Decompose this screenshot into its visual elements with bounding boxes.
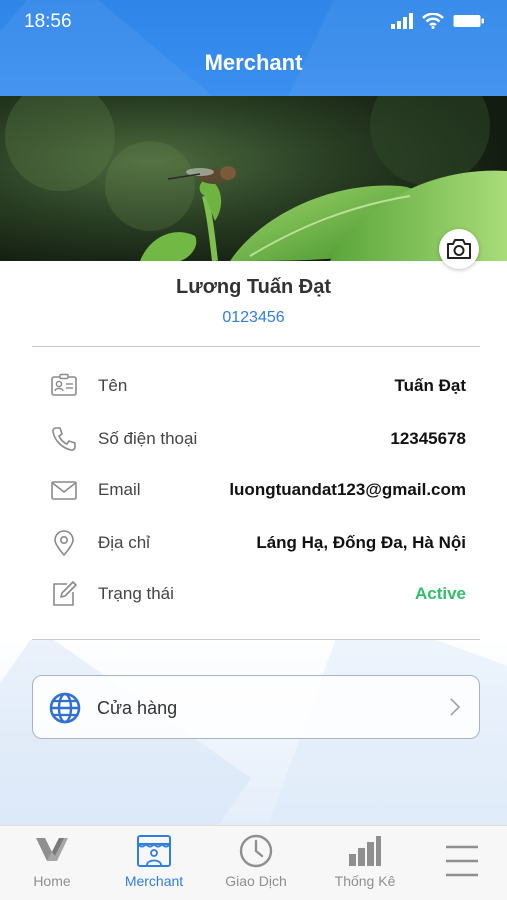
id-card-icon <box>51 373 77 396</box>
clock-icon <box>239 834 273 868</box>
envelope-icon <box>51 481 77 500</box>
divider <box>32 346 480 347</box>
info-value: Láng Hạ, Đống Đa, Hà Nội <box>256 533 466 552</box>
store-label: Cửa hàng <box>97 698 178 718</box>
info-label: Trạng thái <box>98 584 174 603</box>
tab-label: Giao Dịch <box>225 873 287 889</box>
divider <box>32 639 480 640</box>
cover-photo <box>0 96 507 261</box>
tab-label: Thống Kê <box>334 873 396 889</box>
store-icon <box>137 835 171 867</box>
app-header: 18:56 Merchant <box>0 0 507 96</box>
tab-thong-ke[interactable]: Thống Kê <box>313 826 417 900</box>
edit-icon <box>53 581 77 606</box>
wifi-icon <box>422 13 444 29</box>
tab-merchant[interactable]: Merchant <box>104 826 204 900</box>
menu-icon <box>446 845 478 877</box>
status-icons <box>391 13 485 29</box>
location-pin-icon <box>54 530 74 556</box>
info-value: Tuấn Đạt <box>394 376 466 395</box>
info-label: Địa chỉ <box>98 533 150 552</box>
info-row-email: Email luongtuandat123@gmail.com <box>0 470 507 510</box>
profile-name: Lương Tuấn Đạt <box>176 276 331 298</box>
info-row-phone: Số điện thoại 12345678 <box>0 419 507 459</box>
bottom-tab-bar: Home Merchant Giao Dịch Thống Kê <box>0 825 507 900</box>
cellular-signal-icon <box>391 13 413 29</box>
info-value: luongtuandat123@gmail.com <box>229 480 466 499</box>
globe-icon <box>49 692 81 724</box>
home-logo-icon <box>36 838 68 861</box>
change-cover-button[interactable] <box>439 229 479 269</box>
tab-giao-dich[interactable]: Giao Dịch <box>204 826 308 900</box>
chevron-right-icon <box>450 698 461 716</box>
info-row-name: Tên Tuấn Đạt <box>0 366 507 406</box>
info-row-status: Trạng thái Active <box>0 574 507 614</box>
info-label: Tên <box>98 376 128 395</box>
page-title: Merchant <box>204 50 303 75</box>
tab-label: Home <box>33 873 71 889</box>
tab-home[interactable]: Home <box>0 826 104 900</box>
phone-icon <box>52 427 76 451</box>
tab-menu[interactable] <box>417 826 507 900</box>
info-value: 12345678 <box>390 429 466 448</box>
info-label: Email <box>98 480 141 499</box>
store-button[interactable]: Cửa hàng <box>32 675 480 739</box>
status-badge: Active <box>414 584 466 603</box>
battery-icon <box>453 15 484 27</box>
profile-id: 0123456 <box>222 309 285 326</box>
bar-chart-icon <box>349 836 381 866</box>
camera-icon <box>447 239 471 259</box>
info-label: Số điện thoại <box>98 429 198 448</box>
info-row-address: Địa chỉ Láng Hạ, Đống Đa, Hà Nội <box>0 523 507 563</box>
status-time: 18:56 <box>24 11 72 32</box>
tab-label: Merchant <box>124 873 184 889</box>
